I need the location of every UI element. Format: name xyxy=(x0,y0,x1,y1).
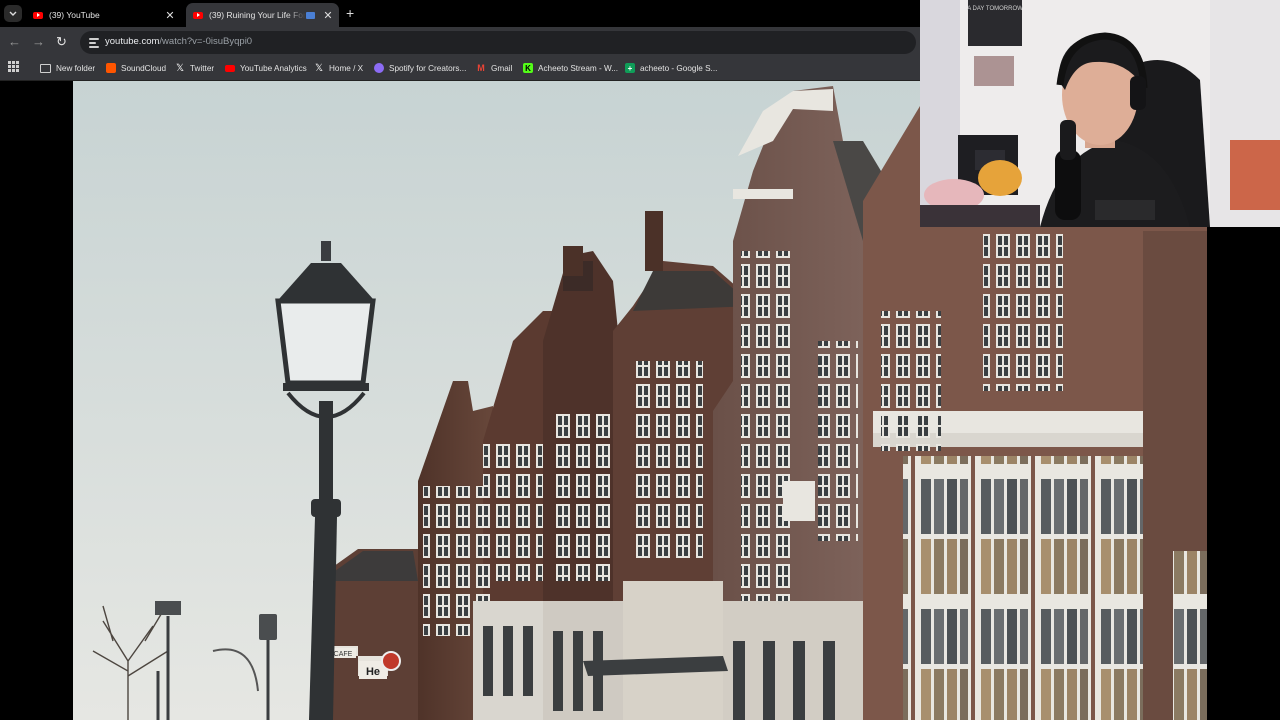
url-text[interactable]: youtube.com/watch?v=-0isuByqpi0 xyxy=(105,36,252,47)
bookmark-label: Gmail xyxy=(491,63,513,73)
back-arrow-icon[interactable]: ← xyxy=(8,34,21,49)
bookmarks-bar: New folder SoundCloud 𝕏 Twitter YouTube A… xyxy=(0,57,920,81)
tab-video[interactable]: (39) Ruining Your Life For Th ✕ xyxy=(186,3,339,27)
poster-text: A DAY TOMORROW xyxy=(967,6,1023,12)
url-path: /watch?v=-0isuByqpi0 xyxy=(159,36,253,47)
bookmark-google-sheets[interactable]: + acheeto - Google S... xyxy=(625,60,717,76)
cafe-sign: CAFE xyxy=(334,651,353,658)
close-icon[interactable]: ✕ xyxy=(321,9,335,22)
bookmark-gmail[interactable]: M Gmail xyxy=(476,60,512,76)
kick-icon: K xyxy=(523,63,533,73)
address-bar[interactable]: youtube.com/watch?v=-0isuByqpi0 xyxy=(80,31,916,54)
google-sheets-icon: + xyxy=(625,63,635,73)
he-sign: He xyxy=(366,666,380,678)
bookmark-soundcloud[interactable]: SoundCloud xyxy=(106,60,166,76)
bookmark-label: SoundCloud xyxy=(121,63,167,73)
tab-youtube[interactable]: (39) YouTube ✕ xyxy=(26,3,181,27)
bookmark-label: acheeto - Google S... xyxy=(640,63,718,73)
webcam-overlay: A DAY TOMORROW xyxy=(920,0,1280,227)
bookmark-youtube-analytics[interactable]: YouTube Analytics xyxy=(225,60,307,76)
soundcloud-icon xyxy=(106,63,116,73)
bookmark-new-folder[interactable]: New folder xyxy=(40,60,95,76)
webcam-feed: A DAY TOMORROW xyxy=(920,0,1280,227)
youtube-icon xyxy=(225,64,235,72)
bookmark-label: New folder xyxy=(56,63,96,73)
url-host: youtube.com xyxy=(105,36,160,47)
bookmark-label: Twitter xyxy=(190,63,215,73)
bookmark-acheeto-stream[interactable]: K Acheeto Stream - W... xyxy=(523,60,618,76)
tab-title: (39) Ruining Your Life For Th xyxy=(209,10,306,20)
tab-strip: (39) YouTube ✕ (39) Ruining Your Life Fo… xyxy=(0,0,920,27)
letterbox-right xyxy=(1207,227,1280,720)
bookmark-label: Spotify for Creators... xyxy=(389,63,467,73)
folder-icon xyxy=(40,63,51,73)
bookmark-label: YouTube Analytics xyxy=(240,63,307,73)
new-tab-button[interactable]: + xyxy=(346,5,354,21)
tab-title: (39) YouTube xyxy=(49,10,100,20)
gmail-icon: M xyxy=(477,63,485,73)
spotify-icon xyxy=(374,63,384,73)
close-icon[interactable]: ✕ xyxy=(163,9,177,22)
site-info-icon[interactable] xyxy=(89,36,99,48)
bookmark-spotify[interactable]: Spotify for Creators... xyxy=(374,60,466,76)
browser-toolbar: ← → ↻ youtube.com/watch?v=-0isuByqpi0 xyxy=(0,27,920,57)
forward-arrow-icon[interactable]: → xyxy=(32,34,45,49)
tab-search-button[interactable] xyxy=(4,5,22,22)
shop-sign-poster xyxy=(783,481,815,521)
bookmark-label: Acheeto Stream - W... xyxy=(538,63,619,73)
youtube-icon xyxy=(33,11,43,19)
x-icon: 𝕏 xyxy=(314,62,324,74)
youtube-icon xyxy=(193,11,203,19)
bookmark-twitter[interactable]: 𝕏 Twitter xyxy=(175,60,214,76)
media-playing-icon xyxy=(306,11,315,19)
apps-grid-icon[interactable] xyxy=(8,61,19,72)
reload-icon[interactable]: ↻ xyxy=(56,34,67,50)
chevron-down-icon xyxy=(9,11,17,16)
bookmark-home-x[interactable]: 𝕏 Home / X xyxy=(314,60,363,76)
bookmark-label: Home / X xyxy=(329,63,364,73)
x-icon: 𝕏 xyxy=(175,62,185,74)
